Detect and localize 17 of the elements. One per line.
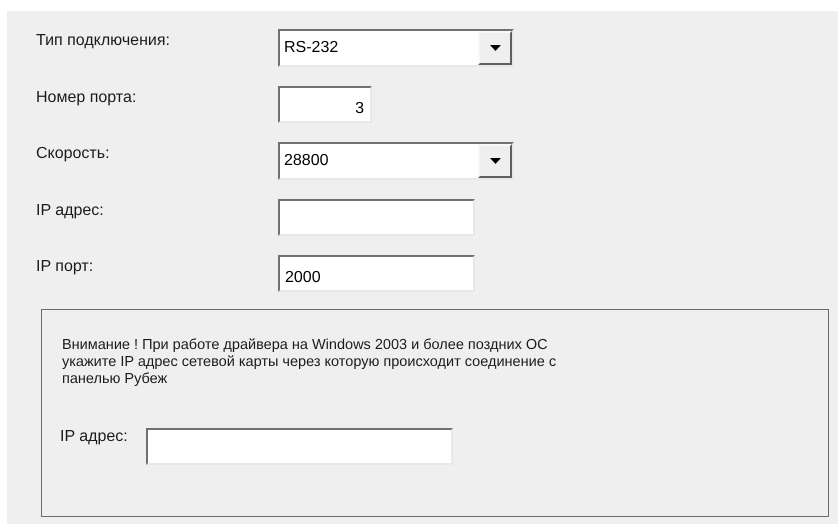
dropdown-button[interactable] xyxy=(478,144,512,178)
dropdown[interactable]: 28800 xyxy=(278,142,514,180)
dropdown-arrow-icon xyxy=(490,45,500,51)
field-label: IP порт: xyxy=(36,257,94,276)
dropdown-arrow-icon xyxy=(490,158,500,164)
dropdown-button[interactable] xyxy=(478,31,512,65)
field-label: IP адрес: xyxy=(60,428,128,446)
input-field[interactable] xyxy=(146,428,453,465)
dropdown[interactable]: RS-232 xyxy=(278,29,514,67)
input-field[interactable]: 2000 xyxy=(278,255,475,292)
field-label: Номер порта: xyxy=(36,88,138,107)
field-label: Скорость: xyxy=(36,144,111,163)
input-field[interactable]: 3 xyxy=(278,86,372,123)
warning-text: Внимание ! При работе драйвера на Windows 2003 и более поздних ОС укажите IP адрес сетевой карты через которую происходит соединение с панелью Рубеж xyxy=(62,337,558,388)
field-label: IP адрес: xyxy=(36,201,105,220)
input-field[interactable] xyxy=(278,199,475,236)
field-label: Тип подключения: xyxy=(36,31,171,50)
